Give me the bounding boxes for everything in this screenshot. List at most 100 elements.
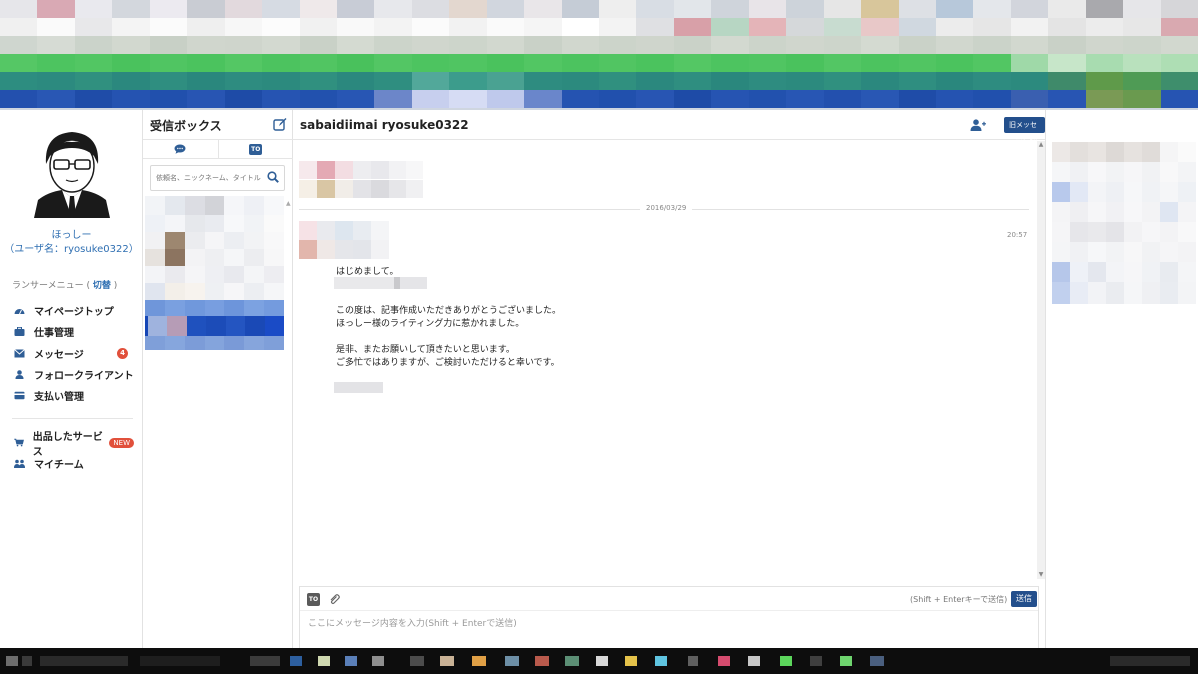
conversation-row[interactable] — [145, 300, 285, 316]
taskbar-item[interactable] — [505, 656, 519, 666]
menu-item-listed-services[interactable]: 出品したサービス NEW — [14, 432, 134, 458]
menu-item-label: マイチーム — [34, 460, 84, 472]
taskbar-item[interactable] — [290, 656, 302, 666]
envelope-icon — [14, 348, 25, 358]
message-line: はじめまして。 — [336, 267, 399, 277]
taskbar-item[interactable] — [625, 656, 637, 666]
chat-bubble-icon — [174, 144, 186, 154]
message-line: ご多忙ではありますが、ご検討いただけると幸いです。 — [336, 358, 560, 368]
os-taskbar — [0, 648, 1198, 674]
message-line: 是非、またお願いして頂きたいと思います。 — [336, 345, 515, 355]
blurred-text — [334, 277, 427, 289]
menu-switch-link[interactable]: 切替 — [93, 281, 111, 291]
taskbar-item[interactable] — [22, 656, 32, 666]
conversation-row[interactable] — [145, 336, 285, 350]
cart-icon — [14, 438, 24, 447]
conversation-list — [145, 196, 285, 351]
blurred-previous-message — [299, 161, 423, 198]
taskbar-search[interactable] — [40, 656, 128, 666]
menu-heading-suffix: ) — [113, 281, 118, 291]
message-line: ほっしー様のライティング力に惹かれました。 — [336, 319, 525, 329]
user-icon — [15, 370, 24, 380]
menu-item-mypage-top[interactable]: マイページトップ — [14, 300, 134, 321]
taskbar-item[interactable] — [748, 656, 760, 666]
menu-divider — [12, 418, 133, 419]
conversation-row[interactable] — [145, 232, 285, 249]
menu-item-messages[interactable]: メッセージ 4 — [14, 343, 134, 364]
conversation-row[interactable] — [145, 249, 285, 266]
taskbar-item[interactable] — [535, 656, 549, 666]
new-badge: NEW — [109, 437, 134, 448]
to-button[interactable]: TO — [307, 593, 320, 606]
chat-title: sabaidiimai ryosuke0322 — [300, 118, 469, 132]
chat-panel: sabaidiimai ryosuke0322 旧メッセージに切替 — [293, 110, 1195, 650]
taskbar-item[interactable] — [810, 656, 822, 666]
blurred-row — [0, 90, 1198, 108]
taskbar-item[interactable] — [250, 656, 280, 666]
conversation-row[interactable] — [145, 283, 285, 300]
taskbar-item[interactable] — [318, 656, 330, 666]
blurred-sender-header — [299, 221, 389, 259]
taskbar-item[interactable] — [840, 656, 852, 666]
list-scroll-up[interactable]: ▲ — [286, 200, 292, 207]
blurred-row — [0, 54, 1198, 72]
menu-heading-prefix: ランサーメニュー ( — [12, 281, 91, 291]
blurred-row — [0, 0, 1198, 18]
menu-item-payment-management[interactable]: 支払い管理 — [14, 385, 134, 406]
blurred-info-content — [1052, 142, 1196, 304]
dashboard-icon — [14, 309, 25, 315]
search-icon[interactable] — [267, 171, 279, 183]
message-count-badge: 4 — [117, 347, 128, 359]
to-chip: TO — [249, 143, 263, 155]
taskbar-item[interactable] — [780, 656, 792, 666]
taskbar-item[interactable] — [472, 656, 486, 666]
menu-item-follow-clients[interactable]: フォロークライアント — [14, 364, 134, 385]
scroll-down-arrow[interactable]: ▼ — [1037, 571, 1045, 579]
paperclip-icon[interactable] — [328, 593, 340, 605]
left-navigation: ほっしー （ユーザ名：ryosuke0322） ランサーメニュー ( 切替 ) … — [0, 110, 143, 650]
taskbar-item[interactable] — [440, 656, 454, 666]
blurred-row — [0, 72, 1198, 90]
message-input[interactable] — [300, 612, 1038, 649]
taskbar-item[interactable] — [410, 656, 424, 666]
blurred-row — [0, 36, 1198, 54]
conversation-row-selected[interactable] — [145, 316, 284, 336]
tab-messages[interactable] — [143, 140, 218, 158]
taskbar-item[interactable] — [140, 656, 220, 666]
date-label: 2016/03/29 — [640, 204, 693, 212]
conversation-row[interactable] — [145, 215, 285, 232]
inbox-search-input[interactable] — [150, 165, 285, 191]
message-line: この度は、記事作成いただきありがとうございました。 — [336, 306, 562, 316]
message-scrollbar[interactable]: ▲ ▼ — [1037, 141, 1045, 579]
add-user-icon[interactable] — [970, 119, 986, 131]
send-button[interactable]: 送信 — [1011, 591, 1037, 607]
blurred-signature — [334, 382, 383, 393]
tab-to[interactable]: TO — [217, 140, 294, 158]
compose-icon[interactable] — [273, 117, 287, 131]
taskbar-item[interactable] — [688, 656, 698, 666]
taskbar-item[interactable] — [565, 656, 579, 666]
conversation-row[interactable] — [145, 196, 285, 215]
menu-heading: ランサーメニュー ( 切替 ) — [12, 278, 117, 291]
app-window: ほっしー （ユーザ名：ryosuke0322） ランサーメニュー ( 切替 ) … — [0, 108, 1198, 650]
scroll-up-arrow[interactable]: ▲ — [1037, 141, 1045, 149]
menu-item-label: フォロークライアント — [34, 371, 134, 383]
taskbar-item[interactable] — [718, 656, 730, 666]
conversation-row[interactable] — [145, 266, 285, 283]
taskbar-item[interactable] — [870, 656, 884, 666]
inbox-tabs: TO — [143, 139, 293, 159]
browser-chrome-blurred — [0, 0, 1198, 108]
menu-item-label: 仕事管理 — [34, 328, 74, 340]
avatar[interactable] — [28, 126, 116, 218]
taskbar-item[interactable] — [345, 656, 357, 666]
credit-card-icon — [14, 392, 25, 400]
main-menu: マイページトップ 仕事管理 メッセージ 4 フォロークライアント 支払い管理 — [14, 300, 134, 406]
taskbar-start-icon[interactable] — [6, 656, 18, 666]
taskbar-item[interactable] — [655, 656, 667, 666]
taskbar-item[interactable] — [372, 656, 384, 666]
user-display-name[interactable]: ほっしー — [0, 226, 143, 241]
switch-old-messages-button[interactable]: 旧メッセージに切替 — [1004, 117, 1045, 161]
taskbar-item[interactable] — [596, 656, 608, 666]
menu-item-job-management[interactable]: 仕事管理 — [14, 321, 134, 342]
user-username: （ユーザ名：ryosuke0322） — [4, 244, 139, 255]
